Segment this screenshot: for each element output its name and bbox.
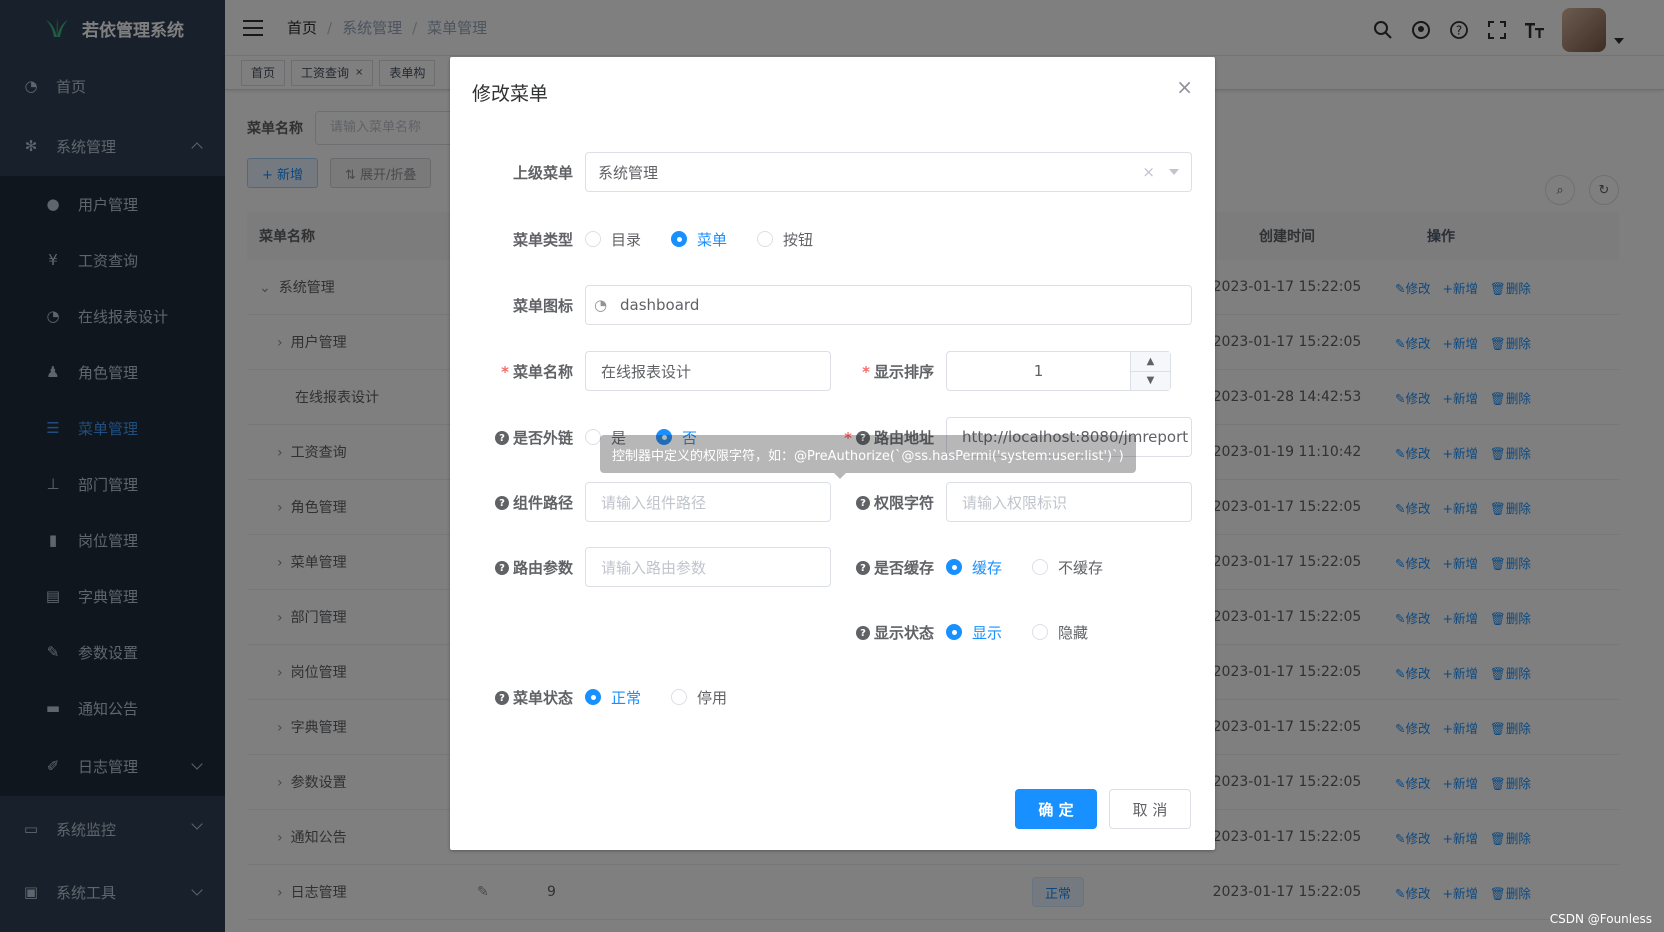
type-radio-group: 目录 菜单 按钮 bbox=[585, 229, 813, 250]
visible-radio-group: 显示 隐藏 bbox=[946, 622, 1088, 643]
form-row-cache: ? 是否缓存 缓存 不缓存 bbox=[832, 547, 1103, 587]
radio-show[interactable]: 显示 bbox=[946, 622, 1002, 643]
form-row-name: * 菜单名称 在线报表设计 bbox=[450, 351, 831, 391]
radio-button[interactable]: 按钮 bbox=[757, 229, 813, 250]
component-input[interactable]: 请输入组件路径 bbox=[585, 482, 831, 522]
clear-icon[interactable]: × bbox=[1142, 163, 1155, 181]
watermark: CSDN @Founless bbox=[1549, 912, 1652, 926]
question-icon[interactable]: ? bbox=[855, 561, 870, 575]
query-input[interactable]: 请输入路由参数 bbox=[585, 547, 831, 587]
question-icon[interactable]: ? bbox=[494, 496, 509, 510]
form-row-sort: * 显示排序 1 ▲ ▼ bbox=[832, 351, 1171, 391]
form-row-parent: 上级菜单 系统管理 × bbox=[450, 152, 1192, 192]
form-row-perms: ? 权限字符 请输入权限标识 bbox=[832, 482, 1192, 522]
question-icon[interactable]: ? bbox=[494, 431, 509, 445]
form-row-query: ? 路由参数 请输入路由参数 bbox=[450, 547, 831, 587]
form-row-icon: 菜单图标 ◔ dashboard bbox=[450, 285, 1192, 325]
form-row-status: ? 菜单状态 正常 停用 bbox=[450, 677, 727, 717]
decrease-button[interactable]: ▼ bbox=[1131, 372, 1170, 391]
caret-down-icon bbox=[1169, 169, 1179, 175]
radio-disabled[interactable]: 停用 bbox=[671, 687, 727, 708]
radio-directory[interactable]: 目录 bbox=[585, 229, 641, 250]
cache-radio-group: 缓存 不缓存 bbox=[946, 557, 1103, 578]
status-radio-group: 正常 停用 bbox=[585, 687, 727, 708]
parent-label: 上级菜单 bbox=[512, 163, 573, 182]
question-icon[interactable]: ? bbox=[855, 626, 870, 640]
menu-name-input[interactable]: 在线报表设计 bbox=[585, 351, 831, 391]
question-icon[interactable]: ? bbox=[494, 691, 509, 705]
sort-input[interactable]: 1 ▲ ▼ bbox=[946, 351, 1171, 391]
question-icon[interactable]: ? bbox=[855, 496, 870, 510]
radio-cache[interactable]: 缓存 bbox=[946, 557, 1002, 578]
increase-button[interactable]: ▲ bbox=[1131, 352, 1170, 372]
question-icon[interactable]: ? bbox=[494, 561, 509, 575]
radio-hide[interactable]: 隐藏 bbox=[1032, 622, 1088, 643]
form-row-component: ? 组件路径 请输入组件路径 bbox=[450, 482, 831, 522]
form-row-visible: ? 显示状态 显示 隐藏 bbox=[832, 612, 1088, 652]
close-icon[interactable]: × bbox=[1176, 75, 1193, 99]
dashboard-icon: ◔ bbox=[594, 296, 608, 314]
tooltip: 控制器中定义的权限字符，如：@PreAuthorize(`@ss.hasPerm… bbox=[600, 435, 1136, 479]
dialog-title: 修改菜单 bbox=[472, 83, 549, 105]
radio-no-cache[interactable]: 不缓存 bbox=[1032, 557, 1103, 578]
radio-menu[interactable]: 菜单 bbox=[671, 229, 727, 250]
perms-input[interactable]: 请输入权限标识 bbox=[946, 482, 1192, 522]
form-row-type: 菜单类型 目录 菜单 按钮 bbox=[512, 229, 814, 250]
confirm-button[interactable]: 确 定 bbox=[1015, 789, 1097, 829]
radio-normal[interactable]: 正常 bbox=[585, 687, 641, 708]
cancel-button[interactable]: 取 消 bbox=[1109, 789, 1191, 829]
parent-select[interactable]: 系统管理 × bbox=[585, 152, 1192, 192]
icon-input[interactable]: ◔ dashboard bbox=[585, 285, 1192, 325]
